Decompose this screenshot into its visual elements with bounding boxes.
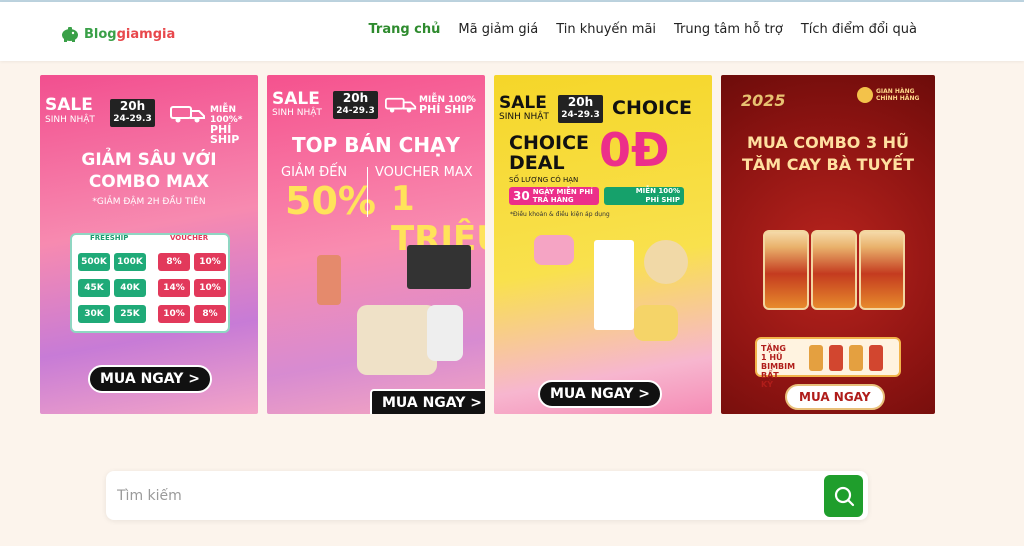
site-logo[interactable]: Bloggiamgia [60, 24, 175, 44]
buy-now-button[interactable]: MUA NGAY > [370, 389, 485, 414]
piggy-bank-icon [62, 27, 78, 42]
sale-sub-label: SINH NHẬT [272, 108, 322, 118]
banner-headline: GIẢM SÂU VỚI COMBO MAX [81, 150, 217, 192]
search-bar [106, 471, 868, 520]
banner-3[interactable]: SALE SINH NHẬT 20h 24-29.3 CHOICE CHOICE D… [494, 75, 712, 414]
main-nav: Trang chủ Mã giảm giá Tin khuyến mãi Tru… [368, 22, 917, 37]
official-store-badge: GIAN HÀNG CHÍNH HÃNG [857, 87, 920, 103]
divider [367, 167, 368, 217]
terms-note: *Điều khoản & điều kiện áp dụng [510, 211, 610, 218]
date-tag: 20h 24-29.3 [558, 95, 603, 123]
sale-sub-label: SINH NHẬT [45, 115, 95, 125]
voucher-cell: 8% [158, 253, 190, 271]
voucher-cell: 30K [78, 305, 110, 323]
choice-logo: CHOICE [612, 97, 692, 119]
nav-item-rewards[interactable]: Tích điểm đổi quà [801, 22, 917, 37]
voucher-cell: 45K [78, 279, 110, 297]
sale-label: SALE [45, 95, 93, 115]
discount-value: 50% [285, 179, 376, 223]
freeship-label: FREESHIP [90, 234, 129, 242]
voucher-cell: 100K [114, 253, 146, 271]
gift-promo-box: TẶNG 1 HŨ BIMBIM BẤT KỲ [755, 337, 901, 389]
buy-now-button[interactable]: MUA NGAY [785, 384, 885, 410]
date-tag: 20h 24-29.3 [333, 91, 378, 119]
banner-4[interactable]: 2025 GIAN HÀNG CHÍNH HÃNG MUA COMBO 3 HŨ… [721, 75, 935, 414]
banner-2[interactable]: SALE SINH NHẬT 20h 24-29.3 MIỄN 100% PHÍ S… [267, 75, 485, 414]
sale-label: SALE [499, 93, 547, 113]
truck-icon [385, 97, 417, 113]
voucher-cell: 10% [158, 305, 190, 323]
sale-sub-label: SINH NHẬT [499, 112, 549, 122]
voucher-cell: 500K [78, 253, 110, 271]
freeship-tag: MIỄN 100%* PHÍ SHIP [210, 105, 243, 146]
voucher-cell: 14% [158, 279, 190, 297]
nav-item-support[interactable]: Trung tâm hỗ trợ [674, 22, 783, 37]
banner-note: *GIẢM ĐẬM 2H ĐẦU TIÊN [92, 197, 206, 207]
voucher-label: VOUCHER [170, 234, 209, 242]
product-collage [524, 235, 694, 355]
voucher-cell: 10% [194, 253, 226, 271]
product-collage [297, 245, 471, 385]
freeship-badge: MIỄN 100% PHÍ SHIP [604, 187, 684, 205]
nav-item-home[interactable]: Trang chủ [368, 22, 440, 37]
buy-now-button[interactable]: MUA NGAY > [88, 365, 213, 393]
nav-item-coupons[interactable]: Mã giảm giá [458, 22, 538, 37]
voucher-cell: 8% [194, 305, 226, 323]
year-label: 2025 [741, 91, 786, 110]
search-button[interactable] [824, 475, 863, 517]
search-input[interactable] [106, 471, 818, 520]
voucher-cell: 25K [114, 305, 146, 323]
product-jar [859, 230, 905, 310]
product-jar [811, 230, 857, 310]
limited-label: SỐ LƯỢNG CÓ HẠN [509, 176, 579, 184]
voucher-cell: 10% [194, 279, 226, 297]
freeship-tag: MIỄN 100% PHÍ SHIP [419, 95, 476, 116]
product-jar [763, 230, 809, 310]
buy-now-button[interactable]: MUA NGAY > [538, 380, 663, 408]
logo-text: Bloggiamgia [84, 26, 176, 42]
banner-title: MUA COMBO 3 HŨ TĂM CAY BÀ TUYẾT [741, 133, 915, 174]
sale-label: SALE [272, 89, 320, 109]
banner-carousel: SALE SINH NHẬT 20h 24-29.3 MIỄN 100%* PHÍ … [40, 75, 935, 414]
voucher-grid: FREESHIP VOUCHER 500K 100K 8% 10% 45K 40… [70, 233, 230, 333]
choice-deal-title: CHOICE DEAL [509, 132, 589, 174]
banner-1[interactable]: SALE SINH NHẬT 20h 24-29.3 MIỄN 100%* PHÍ … [40, 75, 258, 414]
zero-price: 0Đ [599, 123, 670, 177]
discount-label: GIẢM ĐẾN [281, 165, 348, 180]
return-badge: 30 NGÀY MIỄN PHÍ TRẢ HÀNG [509, 187, 599, 205]
voucher-max-label: VOUCHER MAX [375, 165, 473, 180]
banner-headline: TOP BÁN CHẠY [291, 133, 461, 157]
nav-item-promotions[interactable]: Tin khuyến mãi [556, 22, 656, 37]
site-header: Bloggiamgia Trang chủ Mã giảm giá Tin kh… [0, 2, 1024, 61]
date-tag: 20h 24-29.3 [110, 99, 155, 127]
search-icon [834, 486, 854, 507]
voucher-cell: 40K [114, 279, 146, 297]
truck-icon [170, 106, 205, 123]
store-logo-icon [857, 87, 873, 103]
